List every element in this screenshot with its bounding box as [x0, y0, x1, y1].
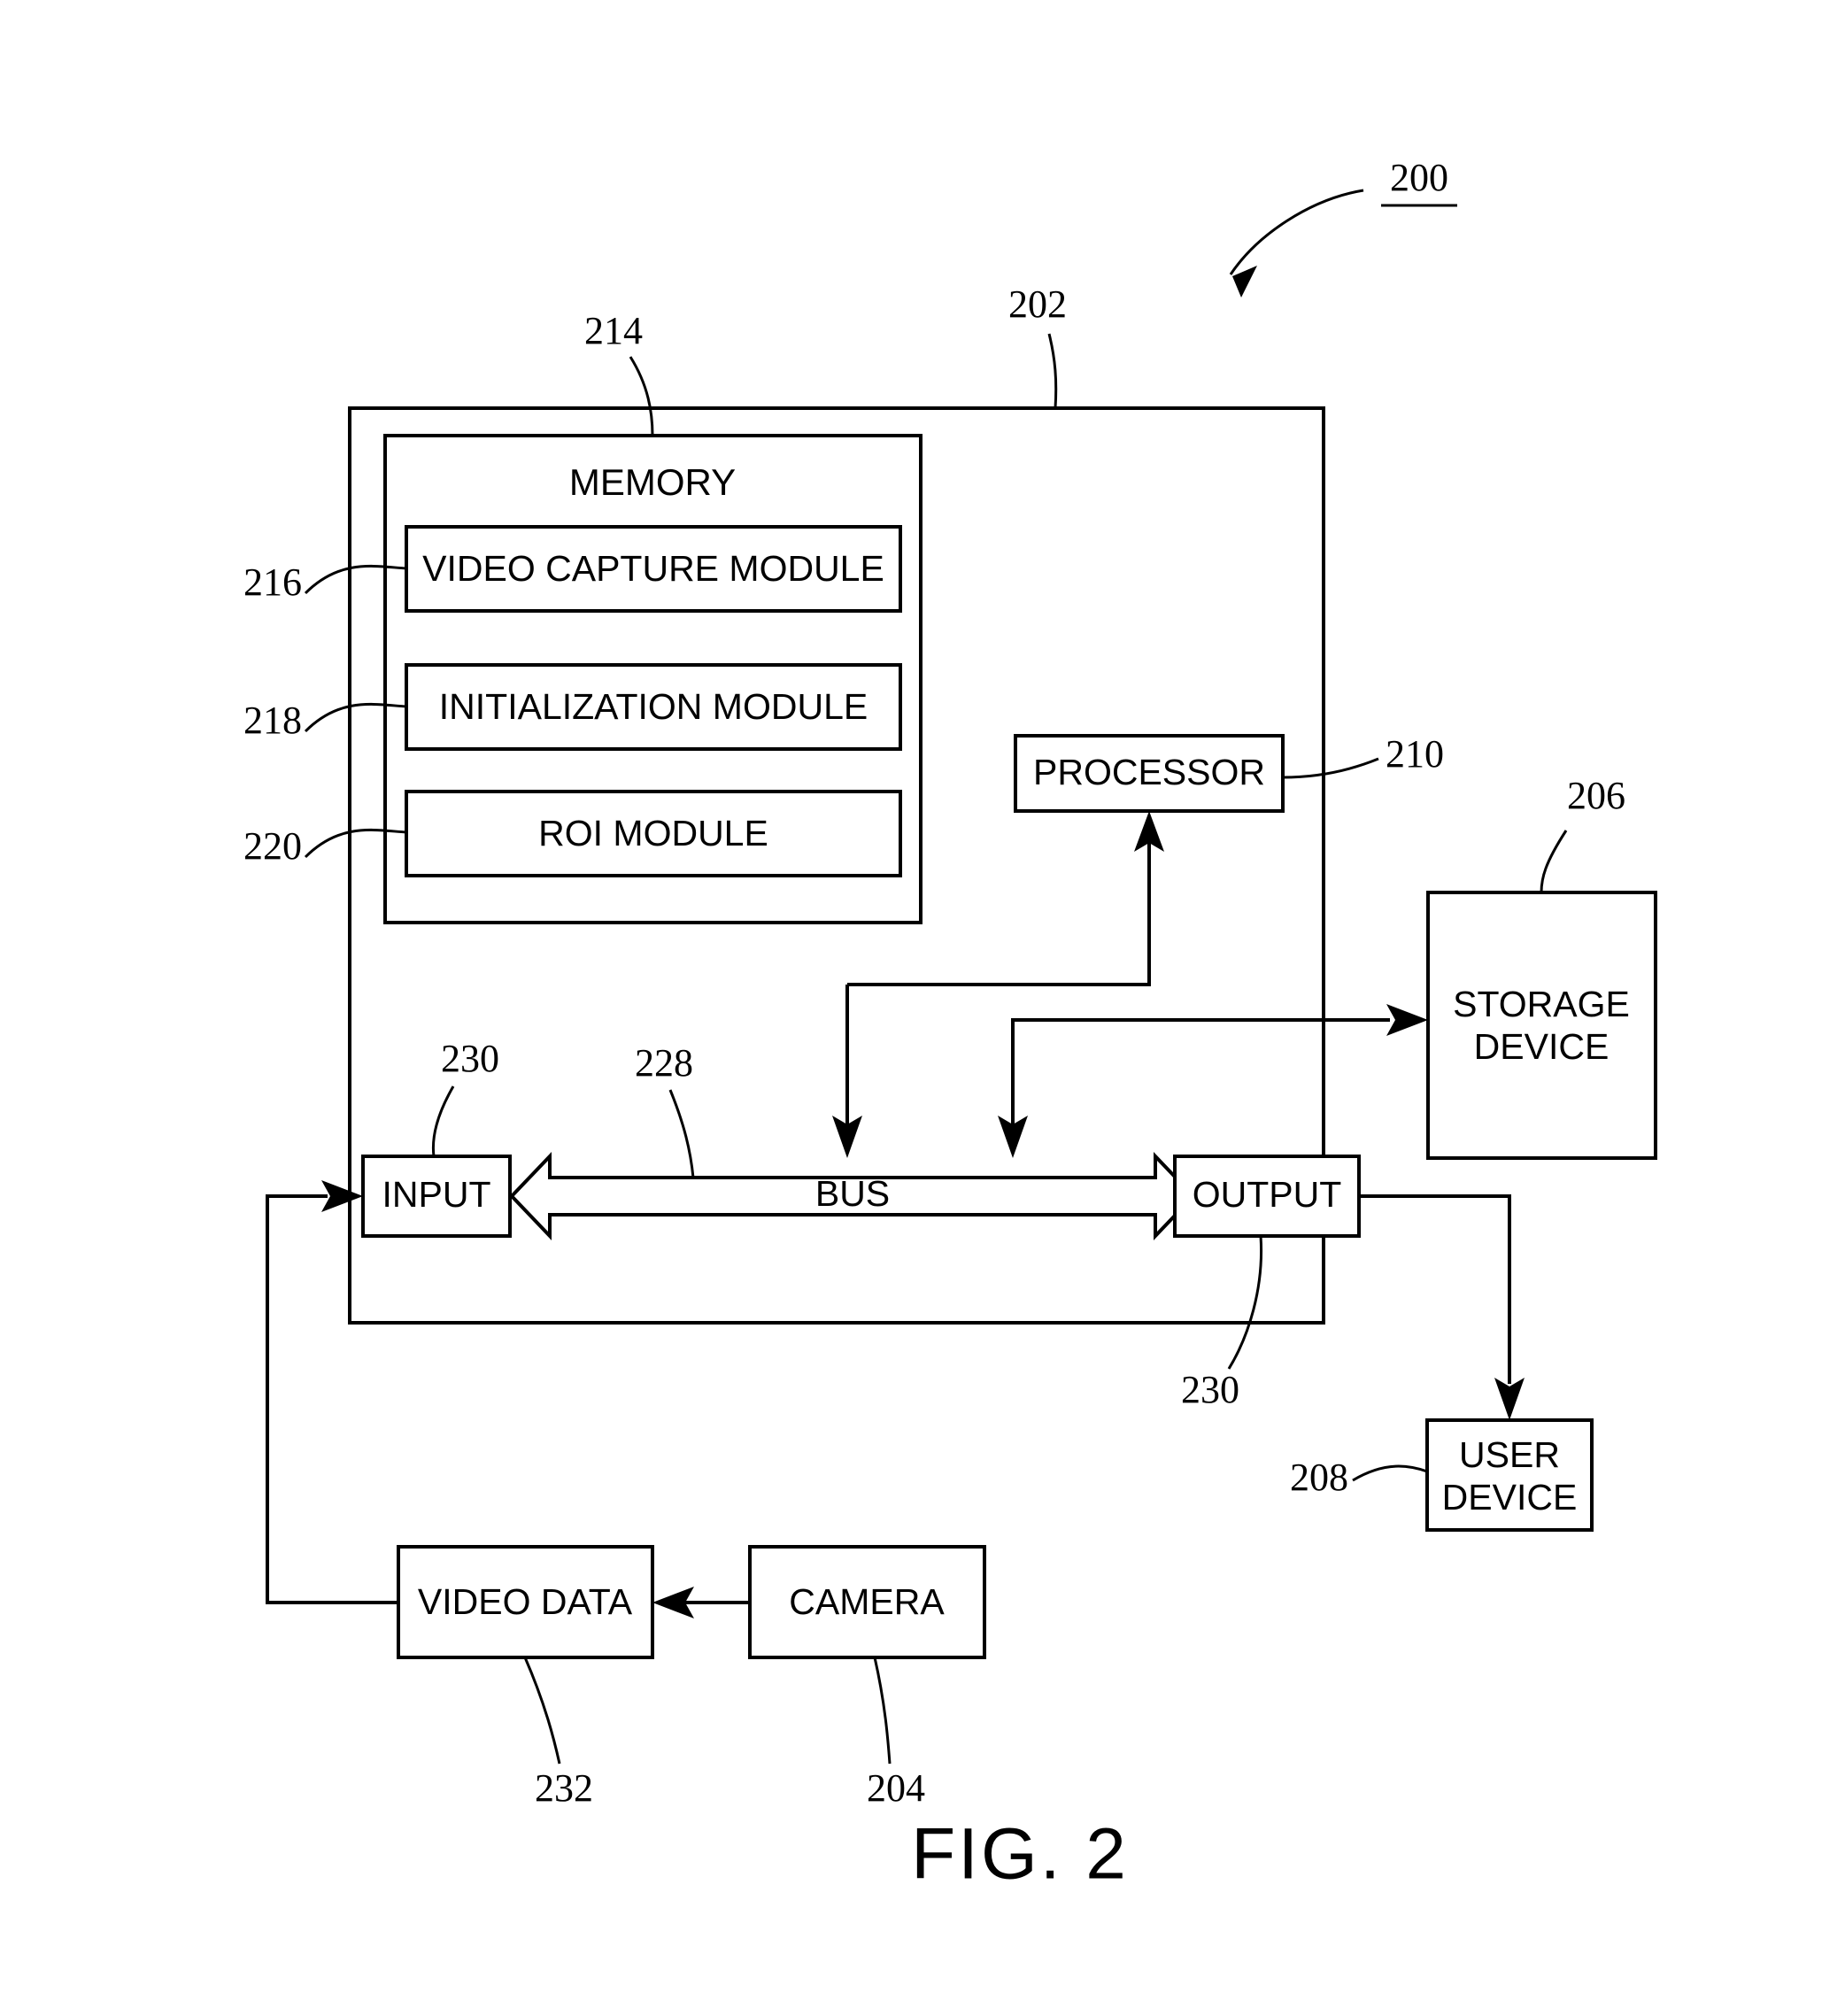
- roi-module-label: ROI MODULE: [538, 813, 768, 854]
- figure-2-diagram: 200 202 MEMORY 214 VIDEO CAPTURE MODULE …: [243, 156, 1657, 1895]
- ref-206: 206: [1567, 774, 1625, 817]
- leader-206: [1540, 830, 1568, 893]
- callout-206: 206: [1540, 774, 1625, 893]
- callout-232: 232: [523, 1657, 593, 1810]
- bus-label: BUS: [815, 1173, 890, 1214]
- camera-label: CAMERA: [789, 1581, 945, 1622]
- leader-200: [1229, 189, 1364, 275]
- video-capture-module-label: VIDEO CAPTURE MODULE: [422, 548, 884, 589]
- system-callout-200: 200: [1229, 156, 1457, 297]
- leader-208: [1352, 1464, 1428, 1482]
- input-label: INPUT: [382, 1174, 491, 1215]
- arrowhead-user-device: [1494, 1378, 1525, 1420]
- leader-202: [1047, 333, 1058, 409]
- ref-228: 228: [635, 1041, 693, 1085]
- leader-204: [873, 1657, 892, 1765]
- ref-218: 218: [243, 699, 302, 742]
- ref-232: 232: [535, 1766, 593, 1810]
- storage-device-label-line1: STORAGE: [1453, 984, 1630, 1024]
- ref-208: 208: [1290, 1456, 1348, 1499]
- figure-caption: FIG. 2: [911, 1814, 1129, 1895]
- arrowhead-storage: [1386, 1004, 1428, 1036]
- initialization-module-label: INITIALIZATION MODULE: [439, 686, 868, 727]
- leader-232: [523, 1657, 561, 1765]
- processor-label: PROCESSOR: [1033, 752, 1265, 792]
- user-device-label-line2: DEVICE: [1442, 1477, 1578, 1518]
- memory-label: MEMORY: [569, 461, 736, 503]
- callout-202: 202: [1008, 282, 1067, 409]
- ref-220: 220: [243, 824, 302, 868]
- callout-208: 208: [1290, 1456, 1428, 1499]
- ref-230-output: 230: [1181, 1368, 1239, 1411]
- ref-230-input: 230: [441, 1037, 499, 1080]
- connector-output-to-user-device: [1359, 1194, 1525, 1420]
- patent-figure-page: 200 202 MEMORY 214 VIDEO CAPTURE MODULE …: [0, 0, 1845, 2016]
- output-label: OUTPUT: [1193, 1174, 1342, 1215]
- callout-204: 204: [867, 1657, 925, 1810]
- ref-210: 210: [1386, 732, 1444, 776]
- ref-214: 214: [584, 309, 643, 352]
- connector-camera-to-video-data: [652, 1587, 750, 1618]
- storage-device-label-line2: DEVICE: [1474, 1026, 1610, 1067]
- ref-202: 202: [1008, 282, 1067, 326]
- arrowhead-200: [1232, 266, 1257, 297]
- ref-204: 204: [867, 1766, 925, 1810]
- video-data-label: VIDEO DATA: [418, 1581, 633, 1622]
- ref-216: 216: [243, 560, 302, 604]
- ref-200: 200: [1390, 156, 1448, 199]
- user-device-label-line1: USER: [1459, 1434, 1560, 1475]
- connector-user-device-path: [1359, 1194, 1511, 1384]
